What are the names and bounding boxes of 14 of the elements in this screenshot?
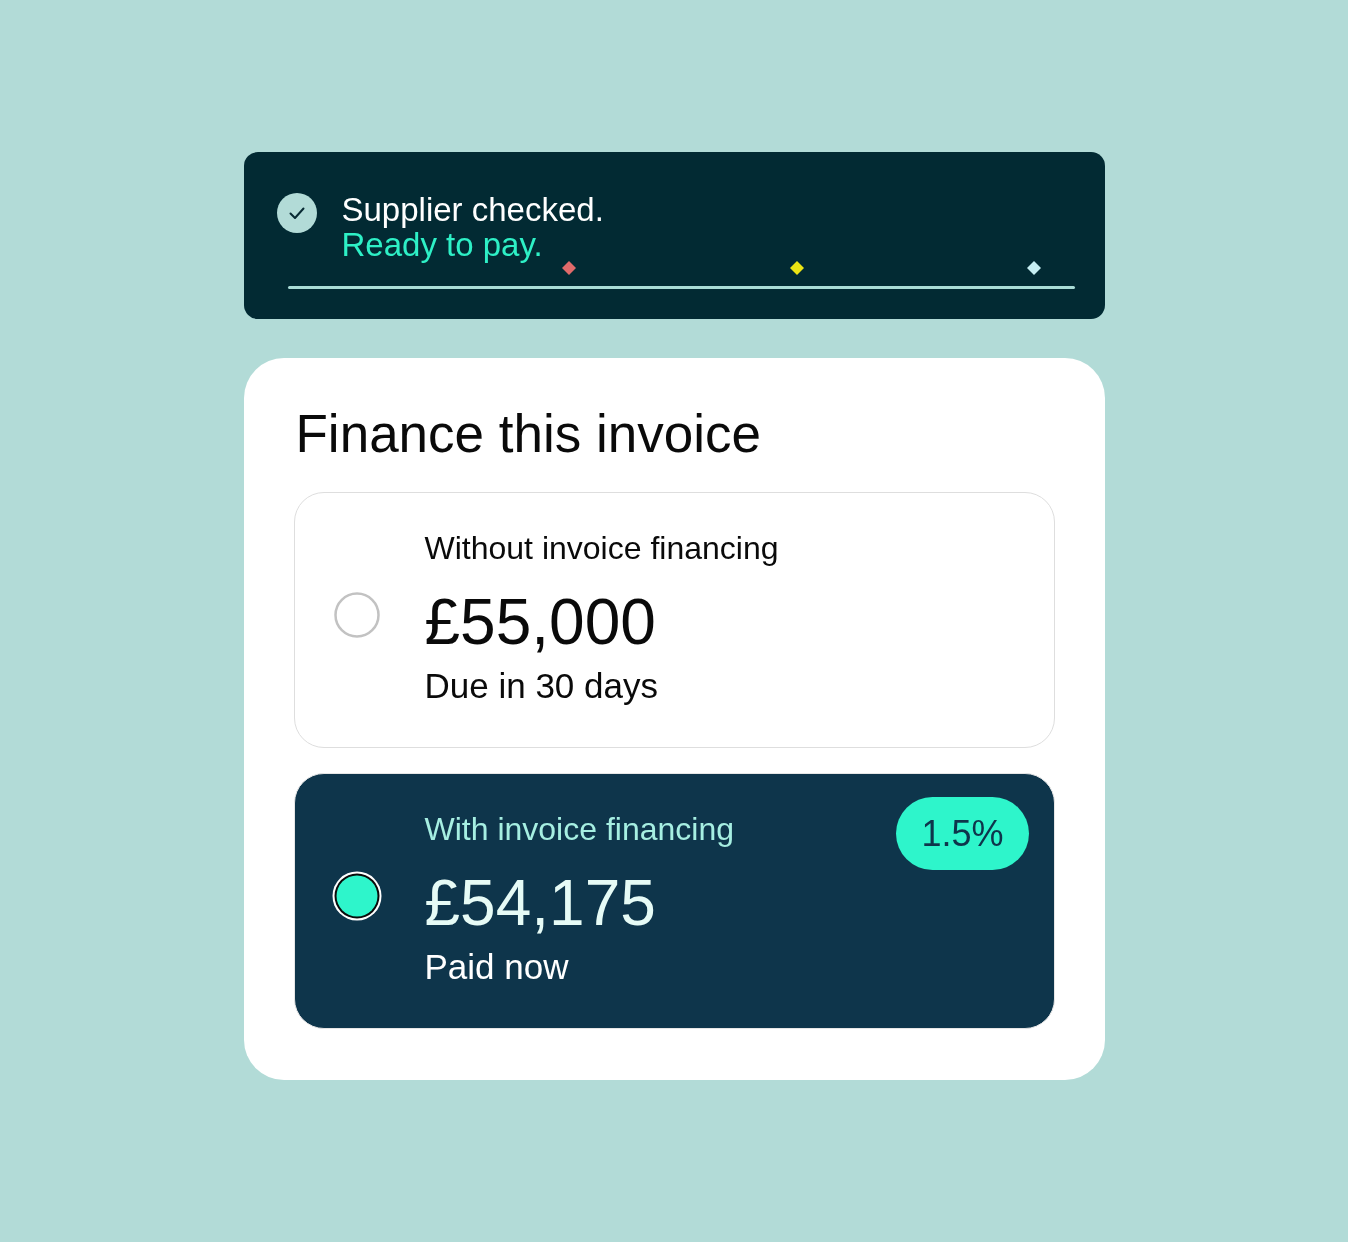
rate-badge: 1.5%: [896, 797, 1029, 870]
option-note: Due in 30 days: [424, 665, 659, 707]
option-label: With invoice financing: [424, 810, 734, 848]
option-amount: £54,175: [424, 866, 657, 940]
check-circle-icon: [276, 193, 317, 233]
option-card[interactable]: With invoice financing £54,175 Paid now 1.5%: [293, 773, 1055, 1029]
option-amount: £55,000: [424, 585, 657, 659]
option-label: Without invoice financing: [424, 529, 779, 567]
toast-message: Ready to pay.: [341, 228, 544, 262]
option-card[interactable]: Without invoice financing £55,000 Due in 30 days: [293, 492, 1055, 748]
radio-button[interactable]: [330, 870, 383, 922]
option-note: Paid now: [424, 946, 570, 988]
card-title: Finance this invoice: [294, 403, 762, 465]
toast-title: Supplier checked.: [341, 192, 604, 228]
